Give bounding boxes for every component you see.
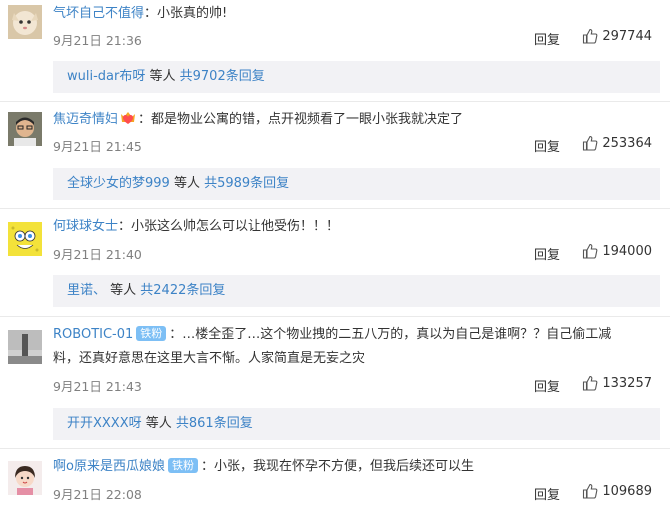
comment-username[interactable]: 气坏自己不值得 xyxy=(53,6,144,21)
divider xyxy=(0,448,670,449)
like-button[interactable]: 133257 xyxy=(582,375,652,391)
comment-content: ：小张这么帅怎么可以让他受伤！！！ xyxy=(118,219,340,234)
comment-username[interactable]: 何球球女士 xyxy=(53,219,118,234)
comment-date: 9月21日 21:45 xyxy=(53,139,142,154)
thumbs-up-icon xyxy=(583,135,598,151)
comment-text-line2: 料，还真好意思在这里大言不惭。人家简直是无妄之灾 xyxy=(53,351,366,366)
thumbs-up-icon xyxy=(583,243,598,259)
reply-button[interactable]: 回复 xyxy=(534,244,560,263)
comment-text: 气坏自己不值得：小张真的帅! xyxy=(53,3,660,25)
like-count: 194000 xyxy=(602,243,652,259)
like-count: 253364 xyxy=(602,135,652,151)
reply-user-link[interactable]: 开开XXXX呀 xyxy=(67,416,142,431)
comment-username[interactable]: 焦迈奇情妇 xyxy=(53,112,118,127)
avatar[interactable] xyxy=(8,112,42,146)
reply-button[interactable]: 回复 xyxy=(534,136,560,155)
divider xyxy=(0,208,670,209)
comment-date: 9月21日 21:43 xyxy=(53,379,142,394)
avatar[interactable] xyxy=(8,330,42,364)
like-count: 133257 xyxy=(602,375,652,391)
heart-crown-icon xyxy=(119,111,137,133)
view-replies-link[interactable]: 共9702条回复 xyxy=(180,69,265,84)
view-replies-link[interactable]: 共5989条回复 xyxy=(204,176,289,191)
reply-user-link[interactable]: 全球少女的梦999 xyxy=(67,176,170,191)
view-replies-link[interactable]: 共2422条回复 xyxy=(140,283,225,298)
comment-content: ：小张，我现在怀孕不方便，但我后续还可以生 xyxy=(200,459,474,474)
replies-summary[interactable]: 里诺、 等人 共2422条回复 xyxy=(53,275,660,307)
reply-button[interactable]: 回复 xyxy=(534,29,560,48)
reply-button[interactable]: 回复 xyxy=(534,376,560,395)
divider xyxy=(0,316,670,317)
like-button[interactable]: 109689 xyxy=(582,483,652,499)
replies-summary[interactable]: wuli-dar布呀 等人 共9702条回复 xyxy=(53,61,660,93)
comment-text: 啊o原来是西瓜娘娘 铁粉 ：小张，我现在怀孕不方便，但我后续还可以生 xyxy=(53,456,660,478)
comment-username[interactable]: ROBOTIC-01 xyxy=(53,327,133,342)
comment-date: 9月21日 22:08 xyxy=(53,487,142,502)
divider xyxy=(0,101,670,102)
reply-user-link[interactable]: 里诺、 xyxy=(67,283,106,298)
thumbs-up-icon xyxy=(583,483,598,499)
like-button[interactable]: 253364 xyxy=(582,135,652,151)
comment-text: 焦迈奇情妇 ：都是物业公寓的错，点开视频看了一眼小张我就决定了 xyxy=(53,109,660,133)
comment-username[interactable]: 啊o原来是西瓜娘娘 xyxy=(53,459,165,474)
avatar[interactable] xyxy=(8,461,42,495)
replies-summary[interactable]: 开开XXXX呀 等人 共861条回复 xyxy=(53,408,660,440)
comment-content: ：小张真的帅! xyxy=(144,6,228,21)
view-replies-link[interactable]: 共861条回复 xyxy=(176,416,253,431)
comment-text: ROBOTIC-01 铁粉 ：…楼全歪了…这个物业拽的二五八万的，真以为自己是谁啊？… xyxy=(53,324,660,346)
like-count: 109689 xyxy=(602,483,652,499)
comment-date: 9月21日 21:36 xyxy=(53,33,142,48)
fan-badge: 铁粉 xyxy=(136,326,167,341)
like-button[interactable]: 297744 xyxy=(582,28,652,44)
comment-date: 9月21日 21:40 xyxy=(53,247,142,262)
avatar[interactable] xyxy=(8,5,42,39)
comment-content: ：都是物业公寓的错，点开视频看了一眼小张我就决定了 xyxy=(138,112,464,127)
reply-button[interactable]: 回复 xyxy=(534,484,560,503)
reply-user-link[interactable]: wuli-dar布呀 xyxy=(67,69,145,84)
comment-text: 何球球女士：小张这么帅怎么可以让他受伤！！！ xyxy=(53,216,660,238)
thumbs-up-icon xyxy=(583,28,598,44)
like-count: 297744 xyxy=(602,28,652,44)
replies-summary[interactable]: 全球少女的梦999 等人 共5989条回复 xyxy=(53,168,660,200)
thumbs-up-icon xyxy=(583,375,598,391)
avatar[interactable] xyxy=(8,222,42,256)
like-button[interactable]: 194000 xyxy=(582,243,652,259)
comment-content: ：…楼全歪了…这个物业拽的二五八万的，真以为自己是谁啊？？自己偷工减 xyxy=(169,327,612,342)
fan-badge: 铁粉 xyxy=(167,458,198,473)
